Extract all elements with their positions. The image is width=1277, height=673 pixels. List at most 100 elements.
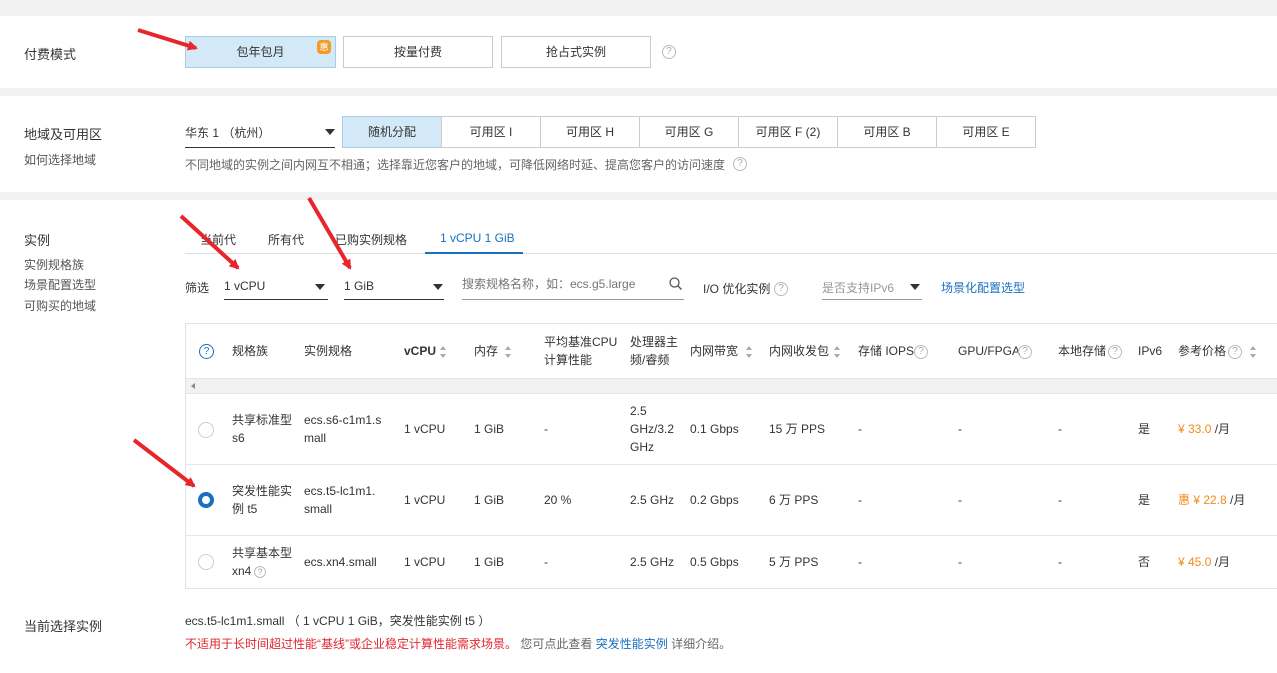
tab-filter-result-label: 1 vCPU 1 GiB xyxy=(440,231,515,245)
help-icon[interactable]: ? xyxy=(914,345,928,359)
scene-selection-link[interactable]: 场景配置选型 xyxy=(24,276,96,293)
row-bandwidth: 0.1 Gbps xyxy=(690,422,739,436)
billing-payg-button[interactable]: 按量付费 xyxy=(343,36,493,68)
row-cpu-freq: 2.5 GHz/3.2 GHz xyxy=(630,404,675,454)
col-cpu-freq: 处理器主频/睿频 xyxy=(630,335,679,367)
row-pps: 6 万 PPS xyxy=(769,493,819,507)
tab-purchased[interactable]: 已购实例规格 xyxy=(335,231,407,248)
col-memory[interactable]: 内存 xyxy=(474,342,498,360)
horizontal-scrollbar[interactable] xyxy=(186,378,1277,394)
search-icon[interactable] xyxy=(669,277,682,290)
row-vcpu: 1 vCPU xyxy=(404,493,446,507)
zone-f[interactable]: 可用区 F (2) xyxy=(738,116,838,148)
sort-icon[interactable] xyxy=(1250,346,1257,358)
current-instance-label: 当前选择实例 xyxy=(24,619,103,634)
table-row[interactable]: 共享基本型 xn4 ? ecs.xn4.small 1 vCPU 1 GiB -… xyxy=(186,536,1277,589)
vcpu-select[interactable]: 1 vCPU xyxy=(224,272,328,300)
instance-table: ? 规格族 实例规格 vCPU 内存 平均基准CPU计算性能 处理器主频/睿频 … xyxy=(185,323,1277,589)
instance-family-link[interactable]: 实例规格族 xyxy=(24,256,84,273)
region-hint: 不同地域的实例之间内网互不相通；选择靠近您客户的地域，可降低网络时延、提高您客户… xyxy=(185,158,726,172)
available-regions-link[interactable]: 可购买的地域 xyxy=(24,297,96,314)
row-price-value: 惠 ¥ 22.8 xyxy=(1178,493,1227,507)
help-icon[interactable]: ? xyxy=(1108,345,1122,359)
io-optimized-label: I/O 优化实例 xyxy=(703,282,771,296)
ipv6-select[interactable]: 是否支持IPv6 xyxy=(822,272,922,300)
row-local-storage: - xyxy=(1058,493,1062,507)
chevron-down-icon xyxy=(315,284,325,290)
help-icon[interactable]: ? xyxy=(1228,345,1242,359)
col-spec: 实例规格 xyxy=(304,344,353,358)
sort-icon[interactable] xyxy=(834,346,841,358)
scene-config-link[interactable]: 场景化配置选型 xyxy=(941,279,1025,296)
help-icon[interactable]: ? xyxy=(662,45,676,59)
billing-spot-button[interactable]: 抢占式实例 xyxy=(501,36,651,68)
row-perf: - xyxy=(544,422,548,436)
row-radio[interactable] xyxy=(198,422,214,438)
row-radio[interactable] xyxy=(198,492,214,508)
help-icon[interactable]: ? xyxy=(733,157,747,171)
help-icon[interactable]: ? xyxy=(199,344,214,359)
col-vcpu[interactable]: vCPU xyxy=(404,342,436,360)
instance-label: 实例 xyxy=(24,233,51,248)
how-to-choose-region-link[interactable]: 如何选择地域 xyxy=(24,151,96,168)
row-price-value: ¥ 33.0 xyxy=(1178,422,1212,436)
instance-section: 实例 实例规格族 场景配置选型 可购买的地域 当前代 所有代 已购实例规格 1 … xyxy=(0,200,1277,673)
help-icon[interactable]: ? xyxy=(1018,345,1032,359)
row-price-unit: /月 xyxy=(1214,555,1231,569)
tab-all-gen[interactable]: 所有代 xyxy=(268,231,304,248)
row-iops: - xyxy=(858,422,862,436)
sort-icon[interactable] xyxy=(440,346,447,358)
burst-instance-link[interactable]: 突发性能实例 xyxy=(596,637,668,651)
chevron-down-icon xyxy=(325,129,335,135)
tab-current-gen[interactable]: 当前代 xyxy=(200,231,236,248)
tab-bar: 当前代 所有代 已购实例规格 1 vCPU 1 GiB xyxy=(185,222,1277,254)
help-icon[interactable]: ? xyxy=(774,282,788,296)
row-gpu: - xyxy=(958,422,962,436)
row-radio[interactable] xyxy=(198,554,214,570)
ipv6-select-placeholder: 是否支持IPv6 xyxy=(822,281,895,295)
row-pps: 15 万 PPS xyxy=(769,422,826,436)
vcpu-select-value: 1 vCPU xyxy=(224,279,266,293)
region-section: 地域及可用区 如何选择地域 华东 1 （杭州） 随机分配 可用区 I 可用区 H… xyxy=(0,96,1277,192)
current-instance-value: ecs.t5-lc1m1.small （ 1 vCPU 1 GiB，突发性能实例… xyxy=(185,614,491,628)
help-icon[interactable]: ? xyxy=(254,566,266,578)
zone-i[interactable]: 可用区 I xyxy=(441,116,541,148)
zone-h[interactable]: 可用区 H xyxy=(540,116,640,148)
spec-search-input[interactable] xyxy=(462,272,684,300)
region-select[interactable]: 华东 1 （杭州） xyxy=(185,116,335,148)
row-price-unit: /月 xyxy=(1214,422,1231,436)
row-iops: - xyxy=(858,493,862,507)
row-spec: ecs.s6-c1m1.small xyxy=(304,413,382,445)
scroll-left-icon[interactable] xyxy=(191,383,195,389)
col-price[interactable]: 参考价格 xyxy=(1178,342,1226,360)
sort-icon[interactable] xyxy=(746,346,753,358)
row-gpu: - xyxy=(958,493,962,507)
table-row[interactable]: 共享标准型 s6 ecs.s6-c1m1.small 1 vCPU 1 GiB … xyxy=(186,394,1277,465)
row-pps: 5 万 PPS xyxy=(769,555,819,569)
discount-badge: 惠 xyxy=(317,40,331,54)
col-pps[interactable]: 内网收发包 xyxy=(769,342,829,360)
zone-g[interactable]: 可用区 G xyxy=(639,116,739,148)
sort-icon[interactable] xyxy=(505,346,512,358)
col-bandwidth[interactable]: 内网带宽 xyxy=(690,342,738,360)
row-memory: 1 GiB xyxy=(474,555,505,569)
row-vcpu: 1 vCPU xyxy=(404,422,446,436)
row-spec: ecs.xn4.small xyxy=(304,555,377,569)
table-header: ? 规格族 实例规格 vCPU 内存 平均基准CPU计算性能 处理器主频/睿频 … xyxy=(186,324,1277,378)
row-price-unit: /月 xyxy=(1230,493,1246,507)
row-vcpu: 1 vCPU xyxy=(404,555,446,569)
table-row[interactable]: 突发性能实例 t5 ecs.t5-lc1m1.small 1 vCPU 1 Gi… xyxy=(186,465,1277,536)
billing-subscription-button[interactable]: 包年包月 惠 xyxy=(185,36,336,68)
col-gpu: GPU/FPGA xyxy=(958,344,1021,358)
spec-search-field[interactable] xyxy=(462,277,662,291)
zone-e[interactable]: 可用区 E xyxy=(936,116,1036,148)
zone-b[interactable]: 可用区 B xyxy=(837,116,937,148)
col-ipv6: IPv6 xyxy=(1138,344,1163,358)
tab-filter-result[interactable]: 1 vCPU 1 GiB xyxy=(425,222,523,254)
row-family: 共享标准型 s6 xyxy=(232,413,293,445)
region-select-value: 华东 1 （杭州） xyxy=(185,126,271,140)
row-memory: 1 GiB xyxy=(474,493,505,507)
zone-random[interactable]: 随机分配 xyxy=(342,116,442,148)
memory-select[interactable]: 1 GiB xyxy=(344,272,444,300)
billing-subscription-label: 包年包月 xyxy=(236,45,285,59)
